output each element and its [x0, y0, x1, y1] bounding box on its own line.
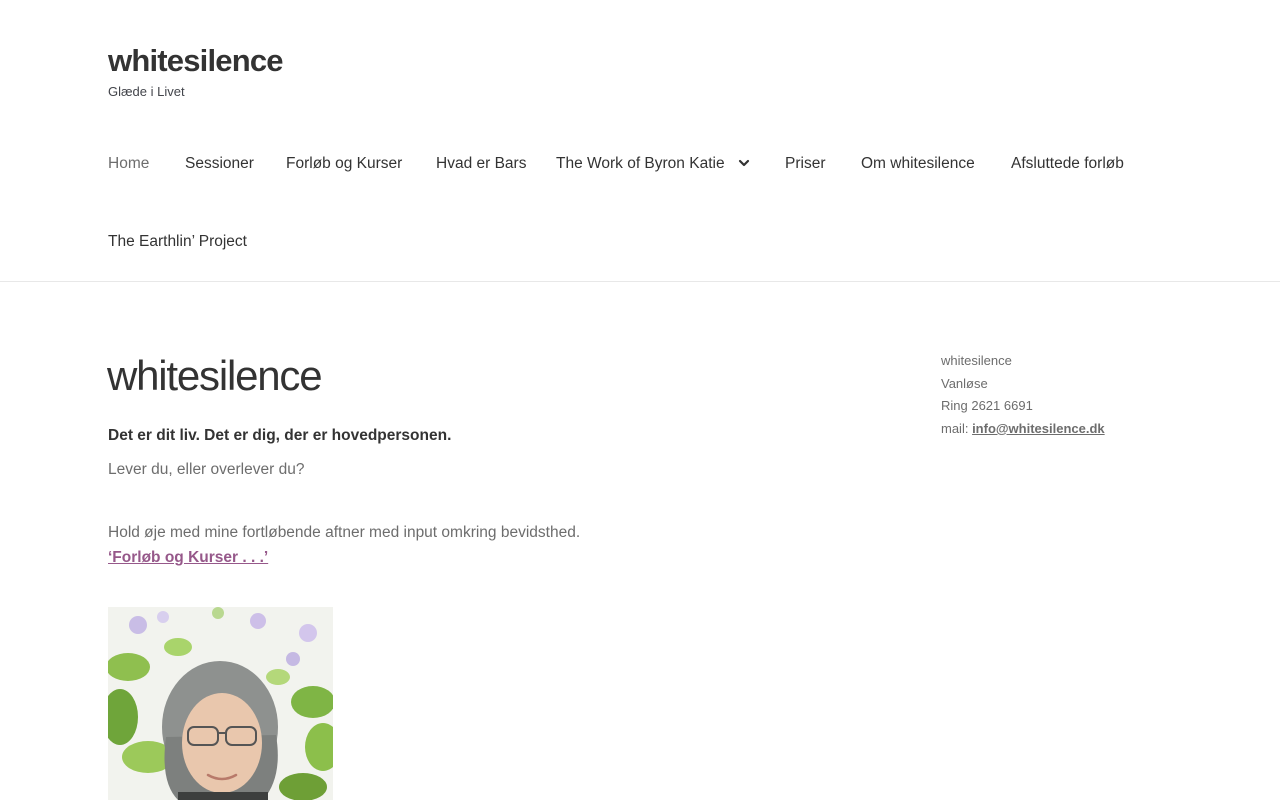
forlob-og-kurser-link[interactable]: ‘Forløb og Kurser . . .’: [108, 547, 268, 569]
nav-item-the-work-of-byron-katie[interactable]: The Work of Byron Katie: [556, 153, 725, 175]
nav-item-om-whitesilence[interactable]: Om whitesilence: [861, 153, 975, 175]
lead-text: Det er dit liv. Det er dig, der er hoved…: [108, 427, 452, 444]
nav-item-priser[interactable]: Priser: [785, 153, 825, 175]
nav-item-forlob-og-kurser[interactable]: Forløb og Kurser: [286, 153, 402, 175]
contact-phone: Ring 2621 6691: [941, 398, 1033, 414]
page-title: whitesilence: [107, 352, 323, 399]
nav-item-home[interactable]: Home: [108, 153, 149, 175]
contact-mail-row: mail: info@whitesilence.dk: [941, 418, 1105, 441]
site-title[interactable]: whitesilence: [108, 40, 284, 82]
contact-name: whitesilence: [941, 353, 1012, 368]
contact-mail-label: mail:: [941, 420, 973, 436]
portrait-image: [108, 607, 333, 800]
contact-mail-link[interactable]: info@whitesilence.dk: [972, 421, 1105, 436]
contact-location: Vanløse: [941, 375, 988, 391]
info-text: Hold øje med mine fortløbende aftner med…: [108, 524, 581, 541]
nav-item-afsluttede-forlob[interactable]: Afsluttede forløb: [1011, 153, 1124, 175]
site-header: whitesilence Glæde i Livet Home Sessione…: [0, 0, 1280, 282]
nav-item-hvad-er-bars[interactable]: Hvad er Bars: [436, 153, 526, 175]
nav-item-earthlin-project[interactable]: The Earthlin’ Project: [108, 231, 247, 253]
nav-item-sessioner[interactable]: Sessioner: [185, 153, 254, 175]
site-tagline: Glæde i Livet: [108, 84, 185, 99]
chevron-down-icon[interactable]: [738, 157, 750, 169]
contact-sidebar: whitesilence Vanløse Ring 2621 6691 mail…: [941, 350, 1105, 440]
question-text: Lever du, eller overlever du?: [108, 461, 305, 478]
